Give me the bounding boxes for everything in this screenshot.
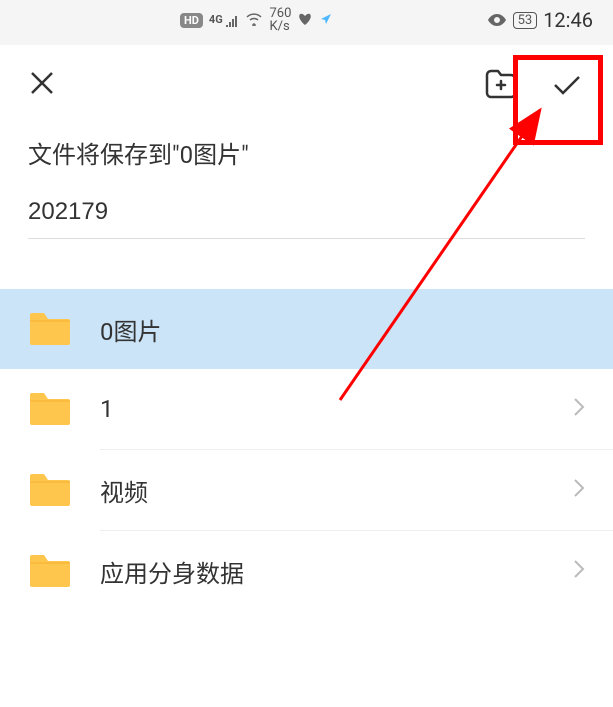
signal-icon: 4G <box>209 13 240 26</box>
hd-badge: HD <box>180 13 203 28</box>
location-icon <box>319 11 333 30</box>
folder-icon <box>28 553 72 589</box>
wifi-icon <box>245 11 263 30</box>
network-speed: 760 K/s <box>269 7 291 33</box>
status-right-group: 53 12:46 <box>487 8 593 32</box>
folder-name: 1 <box>100 395 573 423</box>
close-icon <box>28 69 56 97</box>
battery-indicator: 53 <box>513 12 538 29</box>
close-button[interactable] <box>28 69 56 102</box>
chevron-right-icon <box>573 557 585 585</box>
folder-icon <box>28 391 72 427</box>
folder-item[interactable]: 1 <box>0 369 613 449</box>
chevron-right-icon <box>573 395 585 423</box>
new-folder-button[interactable] <box>483 65 519 105</box>
status-bar: HD 4G 760 K/s 53 12:46 <box>0 0 613 40</box>
chevron-right-icon <box>573 476 585 504</box>
folder-item[interactable]: 视频 <box>0 450 613 530</box>
folder-name: 0图片 <box>100 312 585 347</box>
top-actions <box>483 65 585 105</box>
save-destination-label: 文件将保存到"0图片" <box>28 135 585 170</box>
save-info-section: 文件将保存到"0图片" <box>0 115 613 249</box>
clock: 12:46 <box>543 8 593 32</box>
folder-icon <box>28 311 72 347</box>
status-left-group: HD 4G 760 K/s <box>180 7 333 33</box>
folder-name: 视频 <box>100 473 573 508</box>
app-content: 文件将保存到"0图片" 0图片 1 视 <box>0 45 613 707</box>
folder-name: 应用分身数据 <box>100 554 573 589</box>
folder-list: 0图片 1 视频 <box>0 289 613 611</box>
eye-icon <box>487 11 507 30</box>
folder-icon <box>28 472 72 508</box>
folder-item-selected[interactable]: 0图片 <box>0 289 613 369</box>
checkmark-icon <box>549 67 585 103</box>
new-folder-icon <box>483 65 519 101</box>
folder-item[interactable]: 应用分身数据 <box>0 531 613 611</box>
heart-icon <box>297 11 313 30</box>
top-bar <box>0 45 613 115</box>
confirm-button[interactable] <box>549 67 585 103</box>
filename-input[interactable] <box>28 190 585 239</box>
